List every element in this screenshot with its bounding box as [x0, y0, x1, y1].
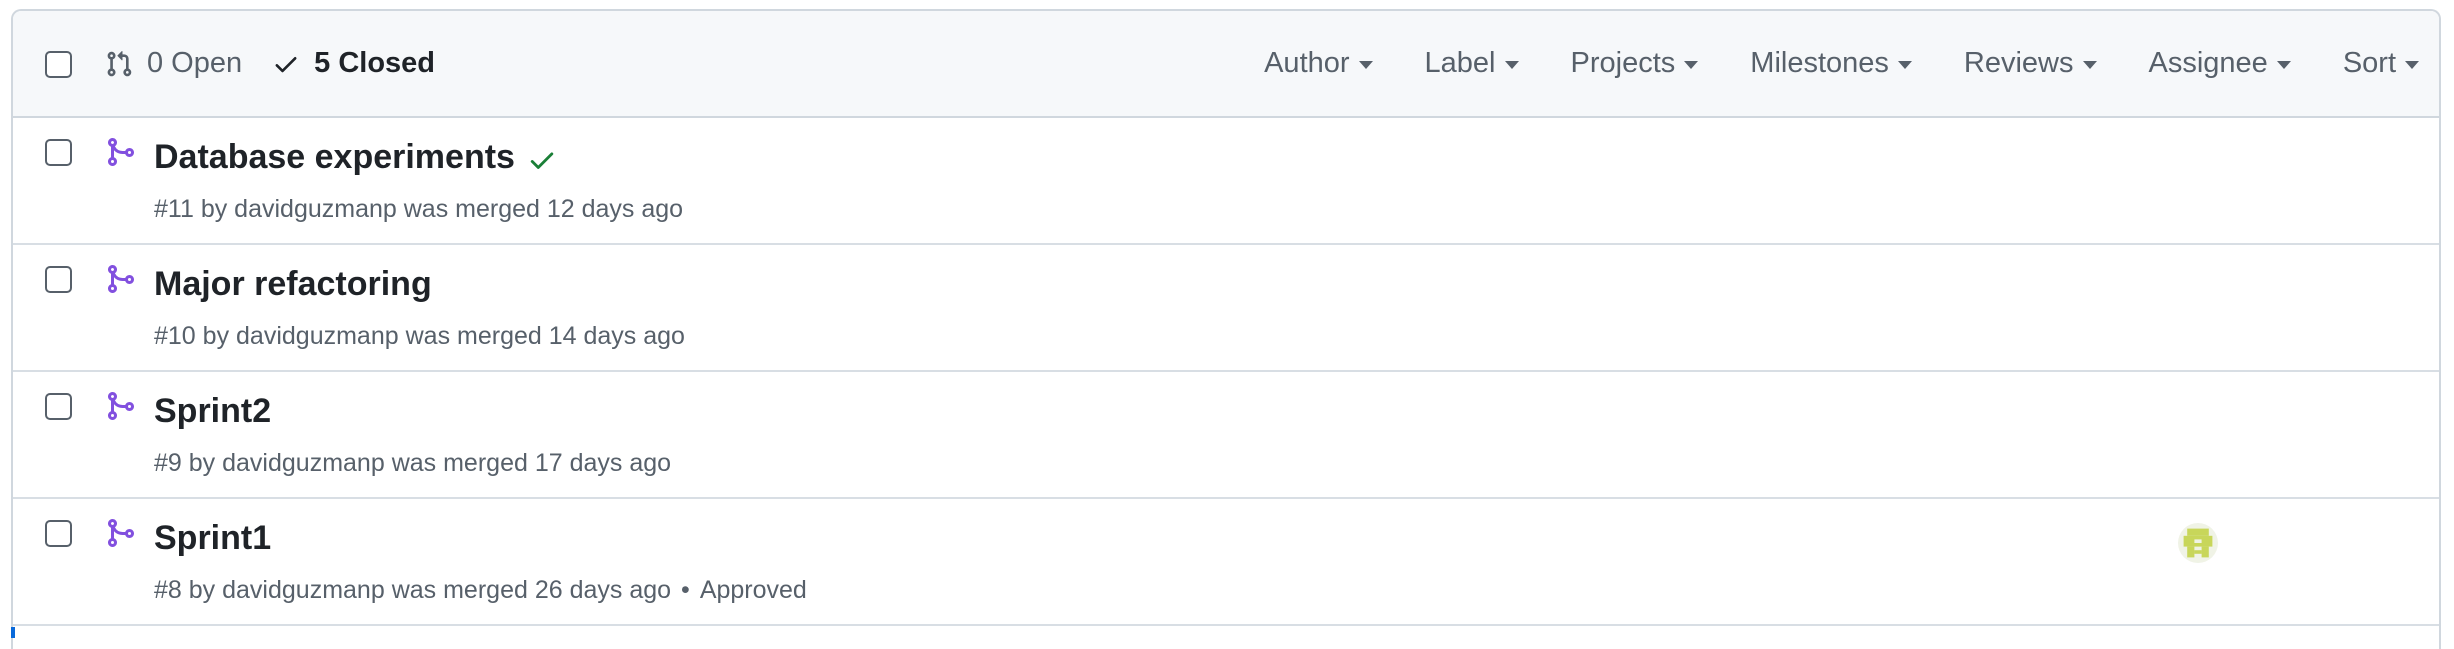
identicon-avatar	[2183, 528, 2213, 558]
pr-number: #8	[154, 576, 182, 604]
label-filter-label: Label	[1424, 47, 1496, 79]
git-merge-icon	[108, 138, 135, 166]
pr-title-link[interactable]: Major refactoring	[154, 265, 432, 304]
caret-down-icon	[2405, 61, 2419, 69]
caret-down-icon	[1684, 61, 1699, 69]
pr-title-link[interactable]: Sprint2	[154, 392, 271, 431]
pr-meta: #11 by davidguzmanp was merged 12 days a…	[154, 195, 683, 224]
pr-status-text: was merged 14 days ago	[405, 322, 685, 350]
pr-status-text: was merged 17 days ago	[391, 449, 672, 477]
caret-down-icon	[1358, 61, 1373, 69]
pr-number: #9	[154, 449, 182, 477]
pr-author-link[interactable]: davidguzmanp	[236, 322, 399, 351]
git-merge-icon	[108, 519, 135, 547]
filter-bar: Author Label Projects Milestones Reviews…	[1264, 47, 2439, 80]
pr-author-link[interactable]: davidguzmanp	[222, 576, 385, 605]
milestones-filter-label: Milestones	[1750, 47, 1889, 79]
pr-title-link[interactable]: Sprint1	[154, 519, 271, 558]
pr-select-checkbox[interactable]	[45, 520, 72, 547]
pr-number: #11	[154, 195, 194, 223]
meta-separator: •	[681, 576, 690, 604]
open-count-label: 0 Open	[147, 47, 243, 79]
pr-number: #10	[154, 322, 196, 350]
caret-down-icon	[2082, 61, 2097, 69]
pr-row: Sprint1 #8 by davidguzmanp was merged 26…	[13, 499, 2439, 626]
pr-meta: #8 by davidguzmanp was merged 26 days ag…	[154, 576, 807, 605]
git-merge-icon	[108, 265, 135, 293]
pr-status-text: was merged 26 days ago	[391, 576, 672, 604]
reviews-filter-label: Reviews	[1963, 47, 2074, 79]
pr-meta: #9 by davidguzmanp was merged 17 days ag…	[154, 449, 671, 478]
pull-requests-list: 0 Open 5 Closed Author Label Projects Mi…	[11, 9, 2441, 649]
pr-by: by	[188, 576, 216, 604]
projects-filter[interactable]: Projects	[1571, 47, 1699, 80]
pr-by: by	[188, 449, 216, 477]
closed-prs-link[interactable]: 5 Closed	[272, 47, 435, 80]
projects-filter-label: Projects	[1570, 47, 1676, 79]
caret-down-icon	[2276, 61, 2291, 69]
state-toggle: 0 Open 5 Closed	[105, 47, 435, 80]
pr-row: Database experiments #11 by davidguzmanp…	[13, 118, 2439, 245]
pr-select-checkbox[interactable]	[45, 139, 72, 166]
pr-meta: #10 by davidguzmanp was merged 14 days a…	[154, 322, 685, 351]
pr-title-line: Sprint2	[154, 392, 271, 431]
author-filter-label: Author	[1264, 47, 1350, 79]
focus-edge	[11, 627, 15, 638]
check-icon	[275, 56, 297, 72]
pr-title-line: Database experiments	[154, 138, 557, 177]
pr-by: by	[200, 195, 228, 223]
sort-filter-label: Sort	[2342, 47, 2396, 79]
pr-by: by	[202, 322, 230, 350]
pr-select-checkbox[interactable]	[45, 393, 72, 420]
pr-row: Major refactoring #10 by davidguzmanp wa…	[13, 245, 2439, 372]
pr-author-link[interactable]: davidguzmanp	[234, 195, 397, 224]
check-icon[interactable]	[527, 145, 557, 175]
select-all-checkbox[interactable]	[45, 51, 72, 78]
assignee-filter[interactable]: Assignee	[2149, 47, 2291, 80]
reviews-filter[interactable]: Reviews	[1964, 47, 2097, 80]
assignee-avatar[interactable]	[2178, 523, 2218, 563]
pr-row: Sprint2 #9 by davidguzmanp was merged 17…	[13, 372, 2439, 499]
label-filter[interactable]: Label	[1425, 47, 1519, 80]
pr-status-text: was merged 12 days ago	[403, 195, 684, 223]
list-header: 0 Open 5 Closed Author Label Projects Mi…	[13, 11, 2439, 118]
pr-select-checkbox[interactable]	[45, 266, 72, 293]
caret-down-icon	[1504, 61, 1519, 69]
review-status-link[interactable]: Approved	[700, 576, 807, 605]
milestones-filter[interactable]: Milestones	[1750, 47, 1912, 80]
caret-down-icon	[1897, 61, 1912, 69]
closed-count-label: 5 Closed	[314, 47, 436, 79]
sort-filter[interactable]: Sort	[2343, 47, 2419, 80]
pr-title-line: Sprint1	[154, 519, 271, 558]
author-filter[interactable]: Author	[1264, 47, 1373, 80]
open-prs-link[interactable]: 0 Open	[105, 47, 242, 80]
git-merge-icon	[108, 392, 135, 420]
git-pull-request-icon	[107, 50, 132, 76]
pr-title-link[interactable]: Database experiments	[154, 138, 515, 177]
pr-author-link[interactable]: davidguzmanp	[222, 449, 385, 478]
assignee-filter-label: Assignee	[2148, 47, 2268, 79]
pr-title-line: Major refactoring	[154, 265, 432, 304]
